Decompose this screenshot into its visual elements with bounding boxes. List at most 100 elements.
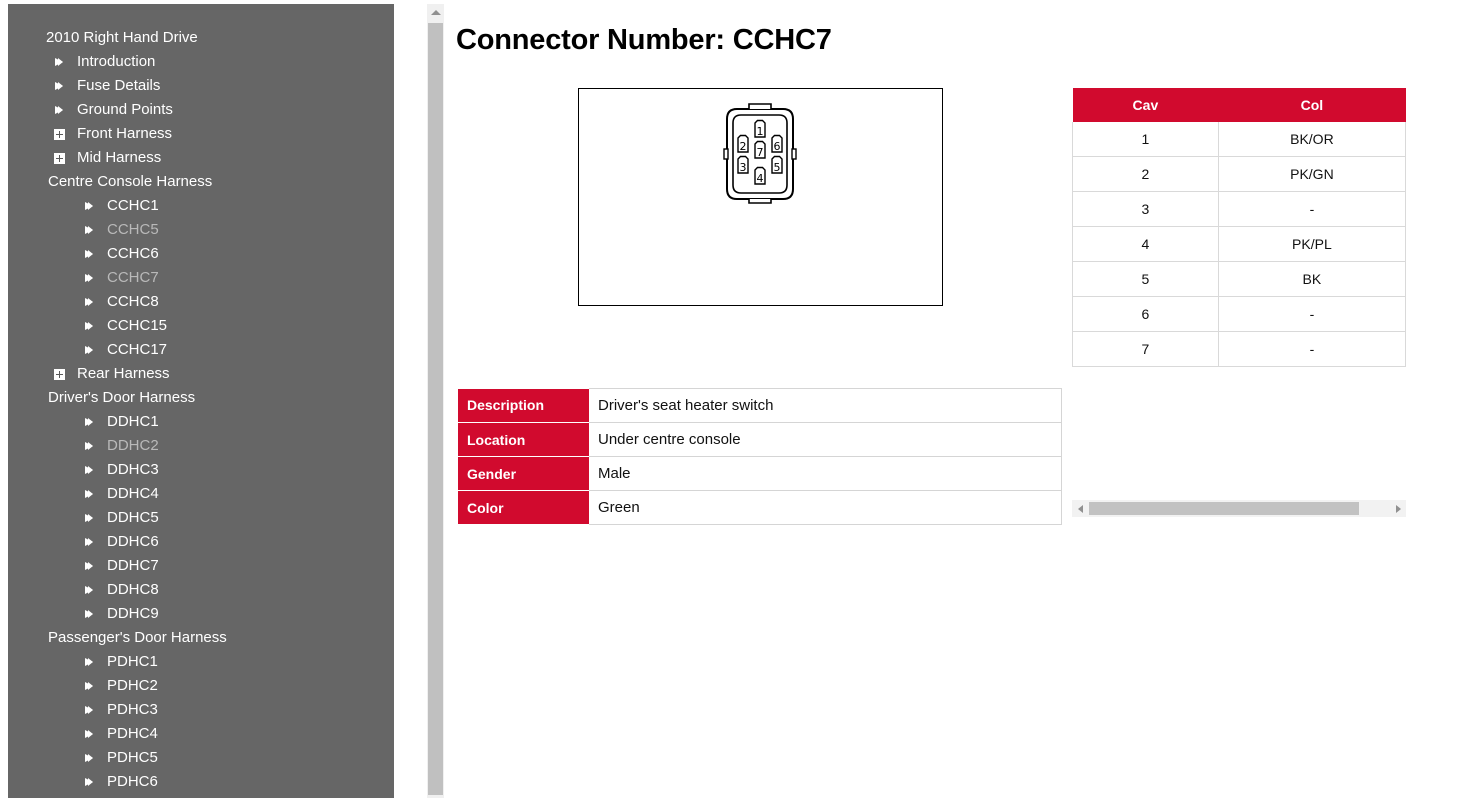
sidebar-vertical-scrollbar[interactable] bbox=[427, 4, 444, 798]
arrow-icon bbox=[78, 242, 100, 266]
arrow-icon bbox=[78, 530, 100, 554]
sidebar-item-label: Front Harness bbox=[77, 125, 173, 142]
sidebar-item-label: CCHC8 bbox=[107, 293, 159, 310]
sidebar-item-ddhc2[interactable]: DDHC2 bbox=[8, 434, 394, 458]
chevron-up-icon bbox=[430, 10, 441, 15]
sidebar-item-pdhc3[interactable]: PDHC3 bbox=[8, 698, 394, 722]
svg-text:3: 3 bbox=[740, 161, 747, 174]
sidebar-item-ddhc5[interactable]: DDHC5 bbox=[8, 506, 394, 530]
detail-label: Color bbox=[458, 490, 589, 525]
sidebar-item-ddhc8[interactable]: DDHC8 bbox=[8, 578, 394, 602]
plus-icon[interactable] bbox=[48, 362, 70, 386]
sidebar-item-label: Introduction bbox=[77, 53, 156, 70]
arrow-icon bbox=[78, 650, 100, 674]
sidebar-item-introduction[interactable]: Introduction bbox=[8, 50, 394, 74]
arrow-glyph bbox=[85, 730, 93, 738]
arrow-icon bbox=[78, 722, 100, 746]
arrow-glyph bbox=[85, 682, 93, 690]
sidebar-item-label: DDHC8 bbox=[107, 581, 159, 598]
detail-row: Location Under centre console bbox=[458, 422, 1062, 457]
sidebar-item-pdhc5[interactable]: PDHC5 bbox=[8, 746, 394, 770]
plus-glyph bbox=[53, 152, 65, 164]
arrow-icon bbox=[78, 338, 100, 362]
sidebar-item-ddhc1[interactable]: DDHC1 bbox=[8, 410, 394, 434]
sidebar-item-cchc15[interactable]: CCHC15 bbox=[8, 314, 394, 338]
sidebar-item-label: DDHC9 bbox=[107, 605, 159, 622]
sidebar-item-cchc8[interactable]: CCHC8 bbox=[8, 290, 394, 314]
arrow-icon bbox=[78, 482, 100, 506]
plus-glyph bbox=[53, 128, 65, 140]
scroll-left-button[interactable] bbox=[1072, 500, 1088, 517]
table-row: 1 BK/OR bbox=[1072, 122, 1407, 157]
arrow-glyph bbox=[85, 754, 93, 762]
sidebar-item-ddhc4[interactable]: DDHC4 bbox=[8, 482, 394, 506]
detail-value: Green bbox=[589, 490, 1062, 525]
arrow-glyph bbox=[85, 202, 93, 210]
cell-cav: 5 bbox=[1072, 261, 1219, 297]
arrow-icon bbox=[78, 602, 100, 626]
arrow-icon bbox=[78, 698, 100, 722]
arrow-icon bbox=[78, 434, 100, 458]
arrow-icon bbox=[78, 290, 100, 314]
detail-value: Male bbox=[589, 456, 1062, 491]
sidebar-item-fuse-details[interactable]: Fuse Details bbox=[8, 74, 394, 98]
sidebar-item-label: CCHC15 bbox=[107, 317, 168, 334]
horizontal-scrollbar-thumb[interactable] bbox=[1089, 502, 1359, 515]
sidebar-item-ddhc3[interactable]: DDHC3 bbox=[8, 458, 394, 482]
sidebar-item-pdhc1[interactable]: PDHC1 bbox=[8, 650, 394, 674]
chevron-right-icon bbox=[1395, 504, 1401, 513]
sidebar-item-rear-harness[interactable]: Rear Harness bbox=[8, 362, 394, 386]
sidebar-item-pdhc4[interactable]: PDHC4 bbox=[8, 722, 394, 746]
cell-col: - bbox=[1218, 296, 1407, 332]
sidebar-item-ground-points[interactable]: Ground Points bbox=[8, 98, 394, 122]
arrow-glyph bbox=[85, 514, 93, 522]
sidebar-item-pdhc2[interactable]: PDHC2 bbox=[8, 674, 394, 698]
cell-cav: 3 bbox=[1072, 191, 1219, 227]
arrow-glyph bbox=[85, 298, 93, 306]
detail-label: Location bbox=[458, 422, 589, 457]
cell-col: PK/PL bbox=[1218, 226, 1407, 262]
sidebar-item-label: PDHC2 bbox=[107, 677, 158, 694]
sidebar-item-cchc6[interactable]: CCHC6 bbox=[8, 242, 394, 266]
arrow-glyph bbox=[85, 658, 93, 666]
detail-row: Description Driver's seat heater switch bbox=[458, 388, 1062, 423]
sidebar-item-label: DDHC6 bbox=[107, 533, 159, 550]
sidebar-item-cchc17[interactable]: CCHC17 bbox=[8, 338, 394, 362]
sidebar-item-label: Ground Points bbox=[77, 101, 173, 118]
arrow-icon bbox=[78, 770, 100, 794]
arrow-icon bbox=[78, 746, 100, 770]
arrow-glyph bbox=[85, 442, 93, 450]
sidebar-item-label: Rear Harness bbox=[77, 365, 170, 382]
plus-icon[interactable] bbox=[48, 146, 70, 170]
sidebar-item-ddhc9[interactable]: DDHC9 bbox=[8, 602, 394, 626]
arrow-icon bbox=[78, 674, 100, 698]
sidebar-item-ddhc7[interactable]: DDHC7 bbox=[8, 554, 394, 578]
arrow-glyph bbox=[85, 226, 93, 234]
table-horizontal-scrollbar[interactable] bbox=[1072, 500, 1406, 517]
sidebar-item-label: Mid Harness bbox=[77, 149, 162, 166]
sidebar-item-label: Driver's Door Harness bbox=[48, 389, 196, 406]
sidebar-item-mid-harness[interactable]: Mid Harness bbox=[8, 146, 394, 170]
vertical-scrollbar-thumb[interactable] bbox=[428, 23, 443, 795]
sidebar-item-label: PDHC3 bbox=[107, 701, 158, 718]
sidebar-item-cchc1[interactable]: CCHC1 bbox=[8, 194, 394, 218]
sidebar-item-label: DDHC3 bbox=[107, 461, 159, 478]
table-row: 2 PK/GN bbox=[1072, 156, 1407, 192]
arrow-icon bbox=[78, 314, 100, 338]
main-content: Connector Number: CCHC7 1 2 6 7 3 5 4 Ca… bbox=[444, 0, 1471, 798]
sidebar-item-cchc7[interactable]: CCHC7 bbox=[8, 266, 394, 290]
sidebar-item-ddhc6[interactable]: DDHC6 bbox=[8, 530, 394, 554]
page-title: Connector Number: CCHC7 bbox=[456, 24, 832, 56]
detail-row: Gender Male bbox=[458, 456, 1062, 491]
sidebar-item-pdhc6[interactable]: PDHC6 bbox=[8, 770, 394, 794]
connector-details-table: Description Driver's seat heater switch Lo… bbox=[458, 388, 1062, 525]
sidebar-item-label: Passenger's Door Harness bbox=[48, 629, 227, 646]
sidebar-item-cchc5[interactable]: CCHC5 bbox=[8, 218, 394, 242]
plus-icon[interactable] bbox=[48, 122, 70, 146]
sidebar-item-front-harness[interactable]: Front Harness bbox=[8, 122, 394, 146]
sidebar-root-label: 2010 Right Hand Drive bbox=[8, 26, 394, 50]
navigation-sidebar: 2010 Right Hand Drive Introduction Fuse De… bbox=[8, 4, 394, 798]
scroll-right-button[interactable] bbox=[1390, 500, 1406, 517]
svg-text:6: 6 bbox=[774, 140, 781, 153]
scroll-up-button[interactable] bbox=[427, 4, 444, 21]
